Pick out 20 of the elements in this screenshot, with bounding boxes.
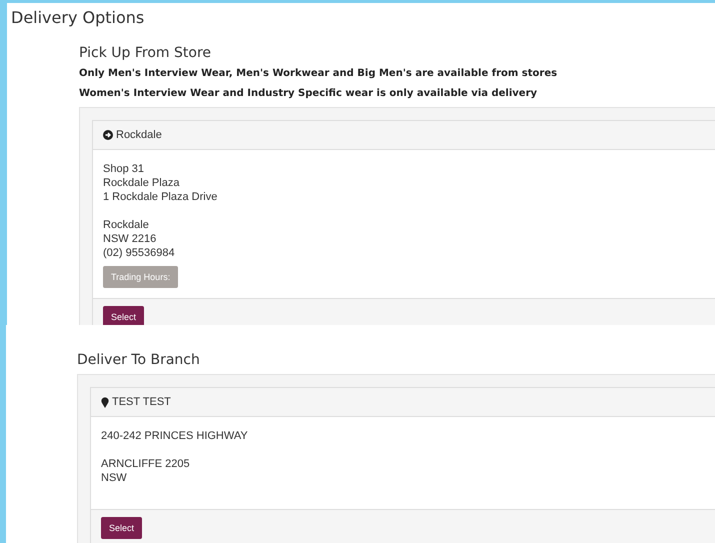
address-line: Rockdale Plaza [103, 176, 180, 190]
address-line: NSW 2216 [103, 232, 158, 246]
arrow-circle-icon [103, 130, 113, 140]
address-line: Shop 31 [103, 162, 145, 176]
address-line: 1 Rockdale Plaza Drive [103, 190, 218, 204]
location-name: TEST TEST [112, 396, 171, 408]
section-heading: Deliver To Branch [77, 351, 201, 370]
address-line: ARNCLIFFE 2205 [101, 457, 191, 471]
address-line: 240-242 PRINCES HIGHWAY [101, 429, 249, 443]
section-heading: Pick Up From Store [79, 44, 212, 63]
page-title: Delivery Options [11, 7, 146, 29]
address-line: NSW [101, 471, 128, 485]
address-line: Rockdale [103, 218, 150, 232]
location-name: Rockdale [116, 129, 162, 141]
availability-note: Women's Interview Wear and Industry Specific wear is only available via delivery [79, 87, 538, 101]
select-button[interactable]: Select [103, 306, 144, 325]
address-line: (02) 95536984 [103, 246, 176, 260]
map-pin-icon [101, 396, 109, 408]
select-button[interactable]: Select [101, 517, 142, 539]
availability-note: Only Men's Interview Wear, Men's Workwear and Big Men's are available from stores [79, 67, 558, 81]
